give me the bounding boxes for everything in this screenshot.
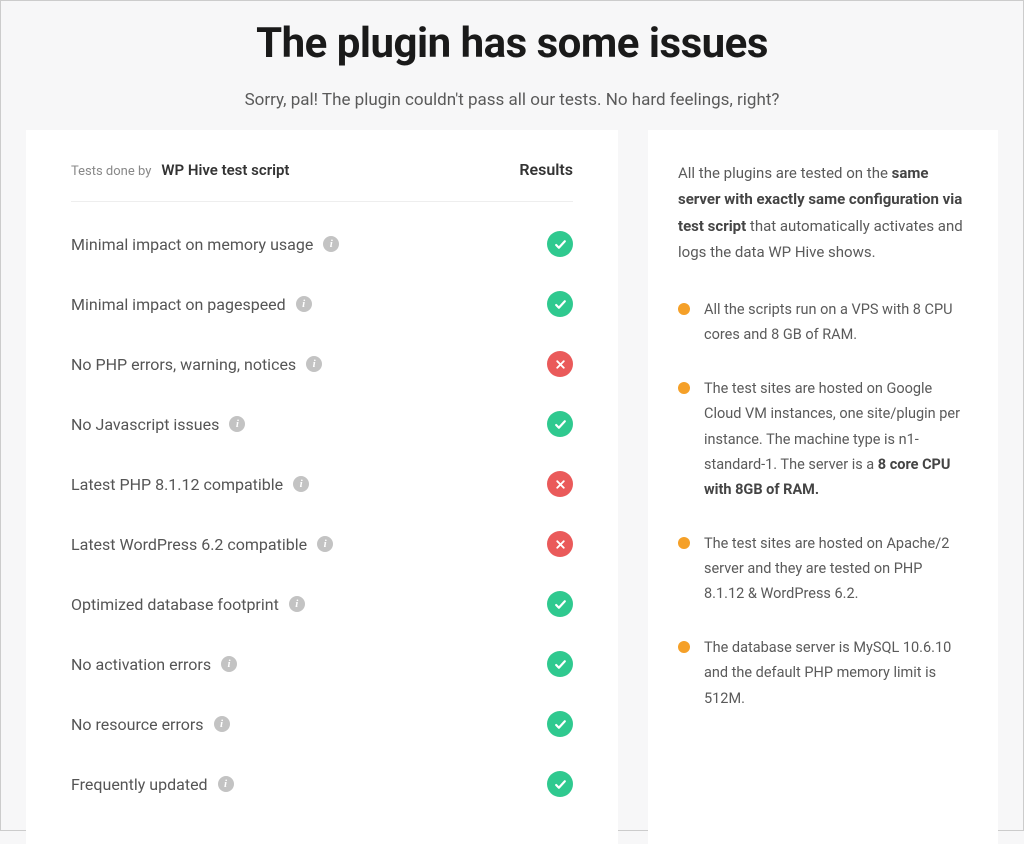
info-item-text: The test sites are hosted on Google Clou…	[704, 376, 963, 503]
info-item-pre: All the scripts run on a VPS with 8 CPU …	[704, 301, 953, 343]
test-label: Minimal impact on pagespeed i	[71, 295, 312, 314]
test-label: Optimized database footprint i	[71, 595, 305, 614]
test-label: No resource errors i	[71, 715, 230, 734]
test-label-text: Minimal impact on pagespeed	[71, 295, 286, 314]
tests-panel: Tests done by WP Hive test script Result…	[26, 130, 618, 844]
test-row: Latest PHP 8.1.12 compatible i	[71, 454, 573, 514]
check-icon	[547, 711, 573, 737]
test-label-text: No activation errors	[71, 655, 211, 674]
test-row: No activation errors i	[71, 634, 573, 694]
test-label: Frequently updated i	[71, 775, 234, 794]
tests-list: Minimal impact on memory usageiMinimal i…	[71, 214, 573, 814]
info-icon[interactable]: i	[317, 536, 333, 552]
check-icon	[547, 651, 573, 677]
info-item-text: The test sites are hosted on Apache/2 se…	[704, 531, 963, 607]
info-icon[interactable]: i	[306, 356, 322, 372]
test-row: Minimal impact on pagespeed i	[71, 274, 573, 334]
cross-icon	[547, 471, 573, 497]
info-item: The database server is MySQL 10.6.10 and…	[678, 635, 963, 711]
tests-header: Tests done by WP Hive test script Result…	[71, 160, 573, 202]
cross-icon	[547, 351, 573, 377]
info-item-pre: The database server is MySQL 10.6.10 and…	[704, 639, 951, 707]
bullet-icon	[678, 303, 690, 315]
info-intro-text: All the plugins are tested on the same s…	[678, 160, 963, 265]
info-list: All the scripts run on a VPS with 8 CPU …	[678, 297, 963, 711]
test-row: No PHP errors, warning, notices i	[71, 334, 573, 394]
check-icon	[547, 591, 573, 617]
test-label-text: Minimal impact on memory usage	[71, 235, 313, 254]
test-label: Latest PHP 8.1.12 compatible i	[71, 475, 309, 494]
test-row: Optimized database footprint i	[71, 574, 573, 634]
test-label: Minimal impact on memory usage i	[71, 235, 339, 254]
bullet-icon	[678, 537, 690, 549]
test-label-text: Optimized database footprint	[71, 595, 279, 614]
info-icon[interactable]: i	[296, 296, 312, 312]
test-row: No Javascript issues i	[71, 394, 573, 454]
test-label: No Javascript issues i	[71, 415, 245, 434]
check-icon	[547, 231, 573, 257]
test-label-text: No resource errors	[71, 715, 204, 734]
bullet-icon	[678, 382, 690, 394]
info-item: The test sites are hosted on Apache/2 se…	[678, 531, 963, 607]
info-icon[interactable]: i	[214, 716, 230, 732]
test-row: Minimal impact on memory usage i	[71, 214, 573, 274]
test-label-text: No PHP errors, warning, notices	[71, 355, 296, 374]
page-title: The plugin has some issues	[16, 19, 1008, 68]
cross-icon	[547, 531, 573, 557]
check-icon	[547, 291, 573, 317]
info-item: All the scripts run on a VPS with 8 CPU …	[678, 297, 963, 348]
check-icon	[547, 771, 573, 797]
header-section: The plugin has some issues Sorry, pal! T…	[16, 1, 1008, 130]
test-row: Latest WordPress 6.2 compatible i	[71, 514, 573, 574]
test-label: Latest WordPress 6.2 compatible i	[71, 535, 333, 554]
test-label-text: Latest PHP 8.1.12 compatible	[71, 475, 283, 494]
tests-script-name: WP Hive test script	[161, 161, 289, 179]
info-item-text: The database server is MySQL 10.6.10 and…	[704, 635, 963, 711]
info-icon[interactable]: i	[221, 656, 237, 672]
bullet-icon	[678, 641, 690, 653]
test-label-text: Frequently updated	[71, 775, 208, 794]
info-icon[interactable]: i	[218, 776, 234, 792]
info-icon[interactable]: i	[229, 416, 245, 432]
results-column-header: Results	[519, 160, 573, 179]
page-subtitle: Sorry, pal! The plugin couldn't pass all…	[16, 90, 1008, 110]
info-item-text: All the scripts run on a VPS with 8 CPU …	[704, 297, 963, 348]
info-icon[interactable]: i	[323, 236, 339, 252]
info-item: The test sites are hosted on Google Clou…	[678, 376, 963, 503]
info-panel: All the plugins are tested on the same s…	[648, 130, 998, 844]
tests-done-by-label: Tests done by	[71, 164, 151, 179]
info-intro-pre: All the plugins are tested on the	[678, 164, 892, 182]
test-label-text: No Javascript issues	[71, 415, 219, 434]
test-row: Frequently updated i	[71, 754, 573, 814]
info-item-pre: The test sites are hosted on Apache/2 se…	[704, 535, 949, 603]
test-label: No PHP errors, warning, notices i	[71, 355, 322, 374]
info-icon[interactable]: i	[289, 596, 305, 612]
test-row: No resource errors i	[71, 694, 573, 754]
test-label: No activation errors i	[71, 655, 237, 674]
info-icon[interactable]: i	[293, 476, 309, 492]
check-icon	[547, 411, 573, 437]
test-label-text: Latest WordPress 6.2 compatible	[71, 535, 307, 554]
